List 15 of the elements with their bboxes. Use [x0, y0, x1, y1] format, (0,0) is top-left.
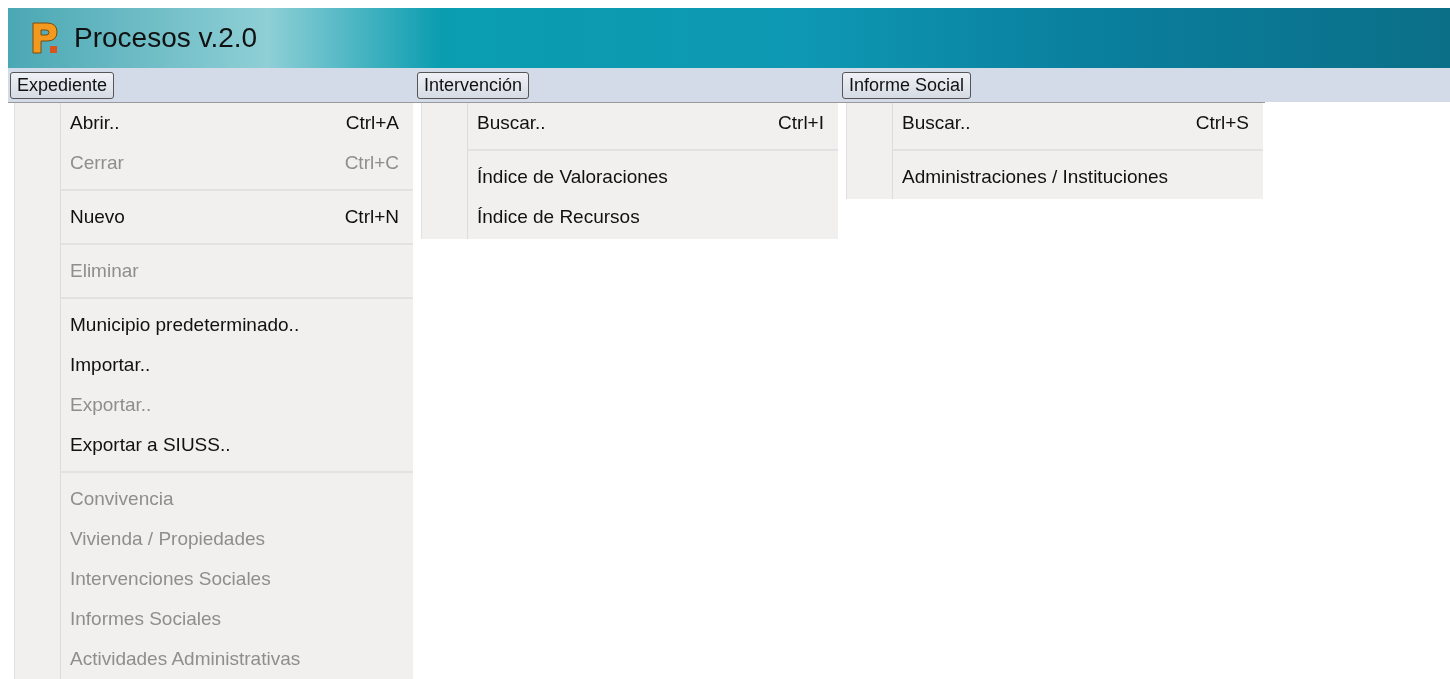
- menu-item[interactable]: Buscar.. Ctrl+S: [847, 103, 1263, 143]
- menu-item[interactable]: Municipio predeterminado..: [15, 305, 413, 345]
- menu-item[interactable]: Nuevo Ctrl+N: [15, 197, 413, 237]
- menu-item[interactable]: Administraciones / Instituciones: [847, 157, 1263, 197]
- menu-item[interactable]: Importar..: [15, 345, 413, 385]
- menu-item[interactable]: Buscar.. Ctrl+I: [422, 103, 838, 143]
- menu-title[interactable]: Expediente: [10, 71, 115, 99]
- menu-title[interactable]: Informe Social: [842, 71, 972, 99]
- menu-item[interactable]: Exportar a SIUSS..: [15, 425, 413, 465]
- menu-item[interactable]: Abrir.. Ctrl+A: [15, 103, 413, 143]
- menu-item[interactable]: Índice de Valoraciones: [422, 157, 838, 197]
- window-title: Procesos v.2.0: [74, 22, 258, 54]
- app-logo-icon: [30, 21, 60, 55]
- menu-item[interactable]: Índice de Recursos: [422, 197, 838, 237]
- menu-title[interactable]: Intervención: [417, 71, 530, 99]
